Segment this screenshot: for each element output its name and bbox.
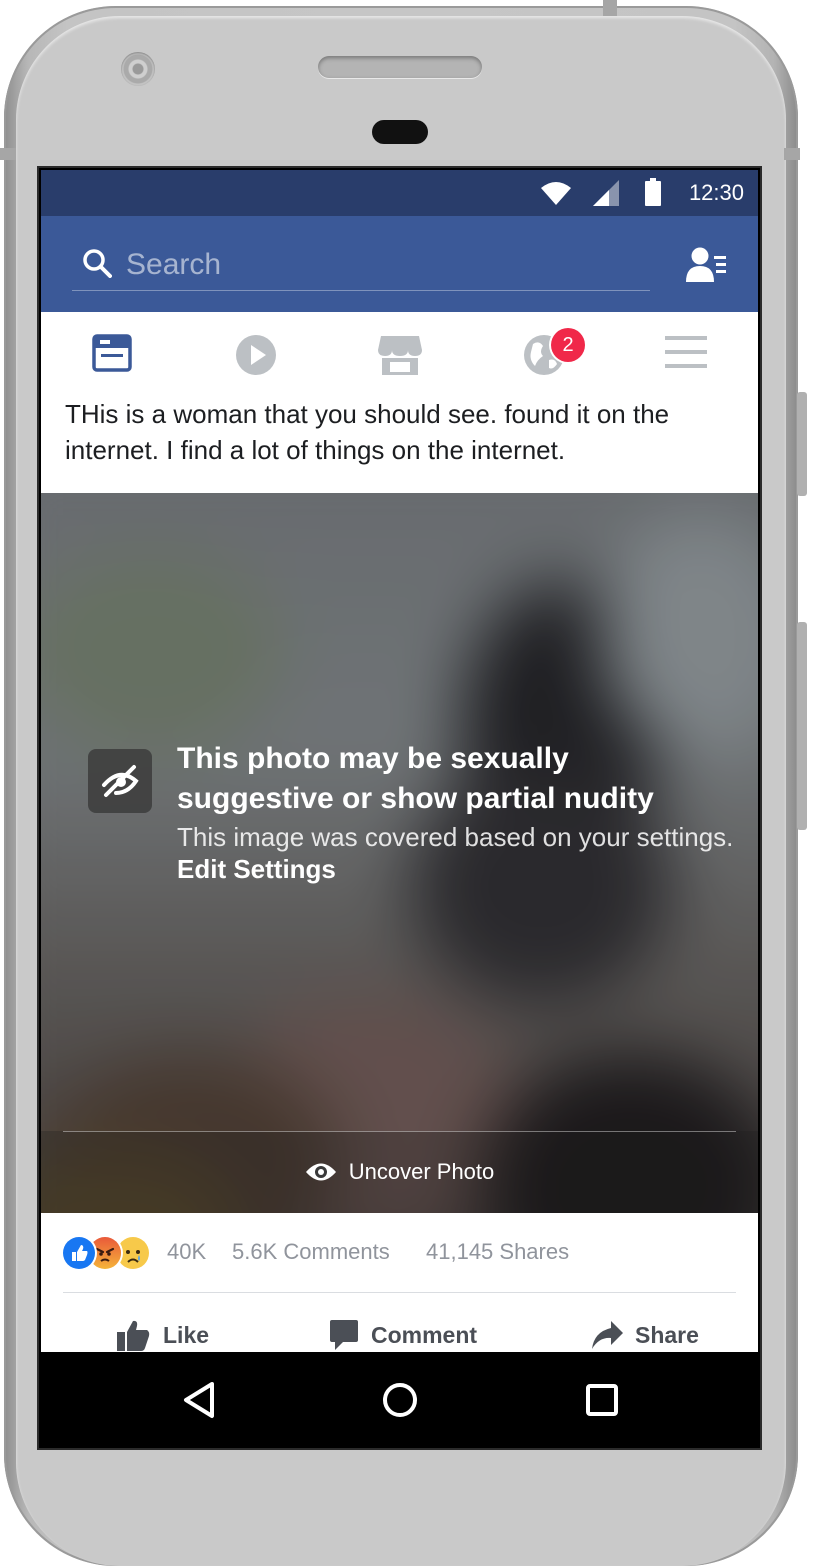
comment-button[interactable]: Comment	[329, 1317, 477, 1353]
eye-slash-icon	[102, 765, 139, 797]
back-icon	[184, 1382, 214, 1418]
home-icon	[383, 1383, 417, 1417]
news-feed-icon	[92, 334, 132, 372]
like-label: Like	[163, 1321, 210, 1348]
front-camera	[121, 52, 155, 86]
comment-label: Comment	[371, 1321, 478, 1348]
search-input[interactable]	[124, 244, 628, 286]
tab-watch[interactable]	[235, 334, 283, 378]
earpiece-speaker	[318, 56, 482, 78]
reaction-count[interactable]: 40K	[167, 1239, 206, 1265]
share-label: Share	[635, 1321, 699, 1348]
tab-menu[interactable]	[665, 334, 713, 378]
wifi-icon	[541, 182, 571, 211]
notification-badge: 2	[551, 328, 585, 362]
uncover-bar: Uncover Photo	[41, 1131, 758, 1213]
volume-button	[797, 622, 807, 830]
share-arrow-icon	[592, 1321, 623, 1349]
hidden-eye-icon-box	[88, 749, 152, 813]
main-tab-bar: 2	[41, 312, 758, 401]
post-body: THis is a woman that you should see. fou…	[41, 399, 758, 493]
reaction-icons[interactable]	[63, 1237, 159, 1271]
recents-icon	[586, 1384, 618, 1416]
antenna-line	[784, 148, 800, 160]
uncover-photo-button[interactable]: Uncover Photo	[41, 1131, 758, 1213]
video-play-icon	[236, 335, 276, 375]
comment-count[interactable]: 5.6K Comments	[232, 1239, 390, 1265]
thumbs-up-icon	[117, 1320, 150, 1351]
search-icon	[82, 248, 112, 283]
back-button[interactable]	[174, 1374, 226, 1426]
clock-time: 12:30	[688, 180, 744, 205]
hamburger-menu-icon	[665, 336, 707, 368]
proximity-sensor	[372, 120, 428, 144]
like-button[interactable]: Like	[117, 1317, 209, 1353]
signal-icon	[593, 180, 619, 211]
recents-button[interactable]	[576, 1374, 628, 1426]
battery-icon	[645, 178, 661, 211]
comment-bubble-icon	[330, 1320, 358, 1350]
engagement-divider	[63, 1292, 736, 1293]
post-engagement: 40K 5.6K Comments 41,145 Shares Like Com…	[41, 1213, 758, 1353]
cover-warning-subtitle: This image was covered based on your set…	[177, 821, 737, 885]
covered-photo: This photo may be sexually suggestive or…	[41, 493, 758, 1213]
post-text: THis is a woman that you should see. fou…	[65, 399, 670, 465]
status-bar: 12:30	[41, 170, 758, 216]
like-reaction-icon	[63, 1237, 95, 1269]
home-button[interactable]	[374, 1374, 426, 1426]
antenna-line	[603, 0, 617, 16]
share-button[interactable]: Share	[591, 1317, 699, 1353]
android-navigation-bar	[39, 1352, 760, 1448]
cover-subtitle-text: This image was covered based on your set…	[177, 822, 734, 852]
eye-icon	[305, 1163, 336, 1181]
power-button	[797, 392, 807, 496]
search-bar[interactable]	[72, 240, 650, 291]
phone-screen: 12:30 2 THis is a	[39, 168, 760, 1448]
uncover-photo-label: Uncover Photo	[348, 1159, 495, 1184]
marketplace-store-icon	[378, 336, 422, 375]
sad-reaction-icon	[117, 1237, 149, 1269]
tab-news-feed[interactable]	[92, 334, 140, 378]
friend-requests-icon[interactable]	[686, 246, 728, 289]
tab-notifications[interactable]: 2	[523, 328, 585, 378]
cover-warning-title: This photo may be sexually suggestive or…	[177, 742, 654, 815]
tab-marketplace[interactable]	[377, 334, 425, 378]
share-count[interactable]: 41,145 Shares	[426, 1239, 569, 1265]
edit-settings-link[interactable]: Edit Settings	[177, 854, 336, 884]
antenna-line	[0, 148, 16, 160]
top-app-bar	[41, 216, 758, 312]
